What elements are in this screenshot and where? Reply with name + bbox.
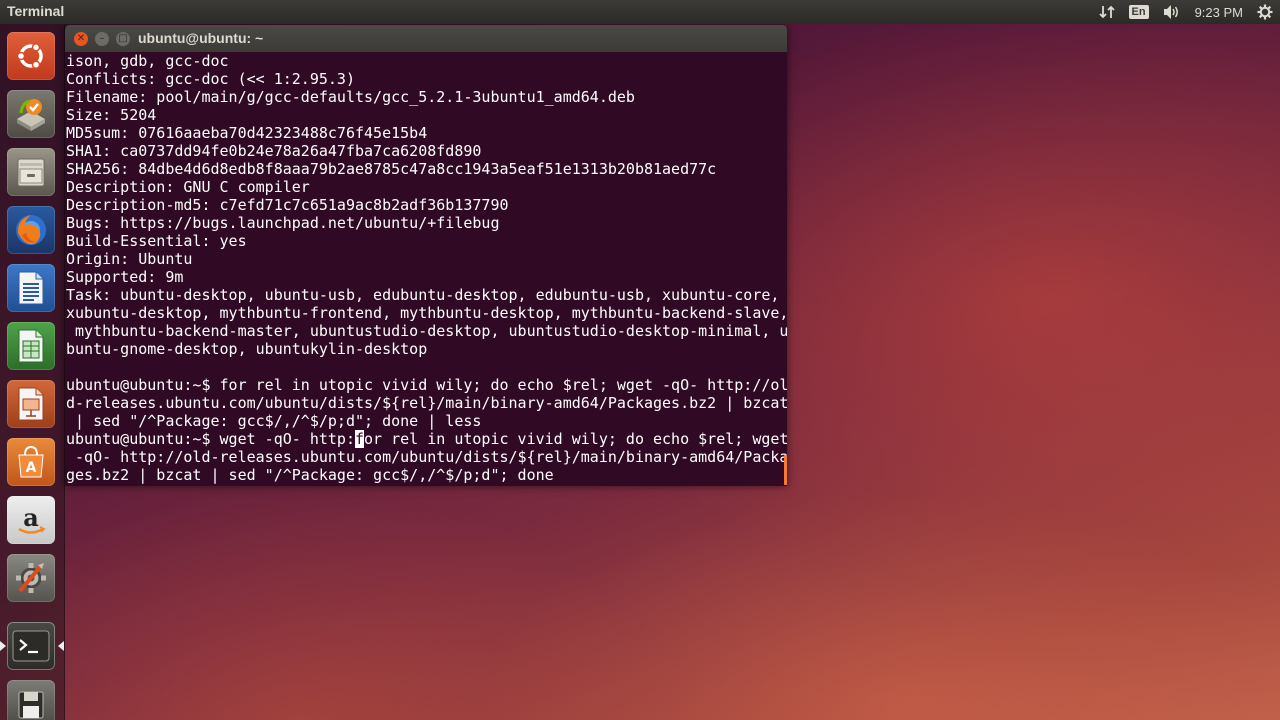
output-line: Filename: pool/main/g/gcc-defaults/gcc_5… bbox=[66, 88, 635, 106]
output-line: Bugs: https://bugs.launchpad.net/ubuntu/… bbox=[66, 214, 500, 232]
output-line: Task: ubuntu-desktop, ubuntu-usb, edubun… bbox=[66, 286, 780, 304]
impress-presentation-icon bbox=[18, 387, 44, 421]
output-line: ubuntu@ubuntu:~$ for rel in utopic vivid… bbox=[66, 376, 787, 394]
output-line: Origin: Ubuntu bbox=[66, 250, 193, 268]
text-cursor: f bbox=[354, 430, 365, 448]
output-line: Build-Essential: yes bbox=[66, 232, 247, 250]
network-icon[interactable] bbox=[1098, 4, 1115, 20]
minimize-button[interactable]: – bbox=[95, 32, 109, 46]
system-settings-icon bbox=[16, 563, 46, 593]
terminal-window[interactable]: ✕ – □ ubuntu@ubuntu: ~ ison, gdb, gcc-do… bbox=[65, 25, 787, 486]
active-app-title: Terminal bbox=[7, 3, 65, 19]
output-line: Supported: 9m bbox=[66, 268, 184, 286]
svg-text:a: a bbox=[23, 503, 39, 532]
output-line: MD5sum: 07616aaeba70d42323488c76f45e15b4 bbox=[66, 124, 428, 142]
output-line: Conflicts: gcc-doc (<< 1:2.95.3) bbox=[66, 70, 355, 88]
launcher-item-disk[interactable] bbox=[7, 680, 55, 720]
command-continuation-line: ges.bz2 | bzcat | sed "/^Package: gcc$/,… bbox=[66, 466, 554, 484]
top-panel: Terminal En 9:23 PM bbox=[0, 0, 1280, 24]
launcher-item-libreoffice-impress[interactable] bbox=[7, 380, 55, 428]
output-line: SHA1: ca0737dd94fe0b24e78a26a47fba7ca620… bbox=[66, 142, 482, 160]
desktop: Terminal En 9:23 PM A a ✕ – □ ubuntu@ubu… bbox=[0, 0, 1280, 720]
files-drawer-icon bbox=[17, 158, 45, 187]
output-line: Description: GNU C compiler bbox=[66, 178, 310, 196]
launcher-item-system-settings[interactable] bbox=[7, 554, 55, 602]
window-titlebar[interactable]: ✕ – □ ubuntu@ubuntu: ~ bbox=[65, 25, 787, 52]
launcher-item-terminal[interactable] bbox=[0, 622, 64, 670]
command-text-after-cursor: or rel in utopic vivid wily; do echo $re… bbox=[364, 430, 787, 448]
close-icon: ✕ bbox=[76, 33, 86, 44]
amazon-icon: a bbox=[18, 503, 46, 534]
software-center-bag-icon: A bbox=[18, 445, 44, 478]
command-continuation-line: -qO- http://old-releases.ubuntu.com/ubun… bbox=[66, 448, 787, 466]
keyboard-layout-label: En bbox=[1128, 5, 1149, 19]
command-text-before-cursor: ubuntu@ubuntu:~$ wget -qO- http: bbox=[66, 430, 355, 448]
maximize-button[interactable]: □ bbox=[116, 32, 130, 46]
output-line: d-releases.ubuntu.com/ubuntu/dists/${rel… bbox=[66, 394, 787, 412]
output-lines: ison, gdb, gcc-doc Conflicts: gcc-doc (<<… bbox=[66, 52, 787, 430]
firefox-icon bbox=[16, 215, 46, 245]
launcher-item-ubuntu-dash[interactable] bbox=[7, 32, 55, 80]
keyboard-layout-icon[interactable]: En bbox=[1128, 5, 1149, 19]
launcher: A a bbox=[0, 24, 65, 720]
indicator-area: En 9:23 PM bbox=[1092, 0, 1280, 24]
writer-document-icon bbox=[18, 271, 44, 305]
floppy-disk-icon bbox=[18, 691, 44, 719]
clock[interactable]: 9:23 PM bbox=[1195, 5, 1243, 20]
output-line: ison, gdb, gcc-doc bbox=[66, 52, 229, 70]
launcher-item-amazon[interactable]: a bbox=[7, 496, 55, 544]
output-line: | sed "/^Package: gcc$/,/^$/p;d"; done |… bbox=[66, 412, 482, 430]
maximize-icon: □ bbox=[118, 33, 128, 44]
output-line: buntu-gnome-desktop, ubuntukylin-desktop bbox=[66, 340, 428, 358]
launcher-item-ubuntu-software-center[interactable]: A bbox=[7, 438, 55, 486]
calc-spreadsheet-icon bbox=[18, 329, 44, 363]
output-line: SHA256: 84dbe4d6d8edb8f8aaa79b2ae8785c47… bbox=[66, 160, 717, 178]
launcher-item-libreoffice-writer[interactable] bbox=[7, 264, 55, 312]
software-updater-icon bbox=[17, 99, 45, 131]
minimize-icon: – bbox=[99, 33, 105, 44]
launcher-item-libreoffice-calc[interactable] bbox=[7, 322, 55, 370]
volume-icon[interactable] bbox=[1163, 4, 1181, 20]
window-title: ubuntu@ubuntu: ~ bbox=[138, 30, 264, 46]
svg-text:A: A bbox=[26, 460, 37, 476]
launcher-item-software-updater[interactable] bbox=[7, 90, 55, 138]
launcher-item-firefox[interactable] bbox=[7, 206, 55, 254]
launcher-item-files[interactable] bbox=[7, 148, 55, 196]
current-command-line[interactable]: ubuntu@ubuntu:~$ wget -qO- http:for rel … bbox=[66, 430, 787, 448]
terminal-icon bbox=[12, 630, 50, 662]
output-line: xubuntu-desktop, mythbuntu-frontend, myt… bbox=[66, 304, 787, 322]
output-line: Description-md5: c7efd71c7c651a9ac8b2adf… bbox=[66, 196, 509, 214]
output-line: Size: 5204 bbox=[66, 106, 157, 124]
terminal-output[interactable]: ison, gdb, gcc-doc Conflicts: gcc-doc (<<… bbox=[65, 52, 787, 486]
output-line: mythbuntu-backend-master, ubuntustudio-d… bbox=[66, 322, 787, 340]
close-button[interactable]: ✕ bbox=[74, 32, 88, 46]
settings-gear-icon[interactable] bbox=[1257, 4, 1273, 20]
ubuntu-logo-icon bbox=[16, 43, 43, 69]
scroll-indicator[interactable] bbox=[784, 455, 787, 485]
